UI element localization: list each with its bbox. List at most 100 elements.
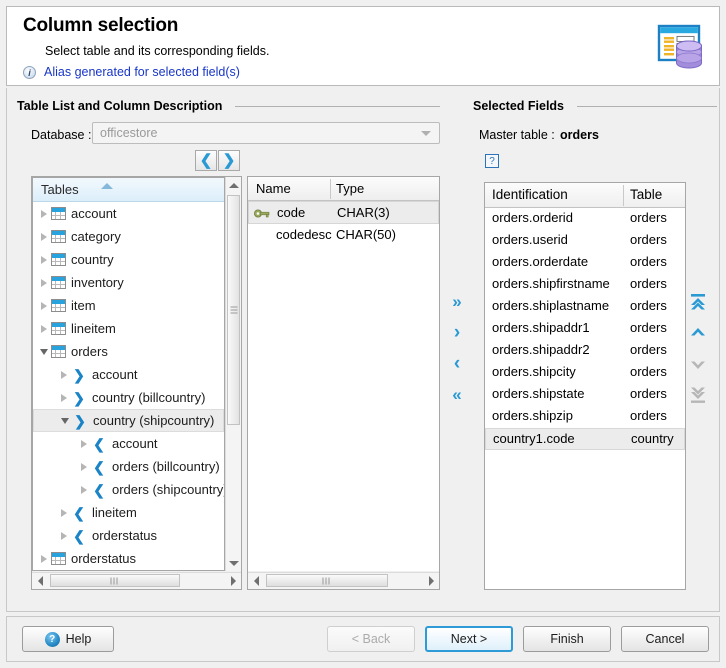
column-horizontal-scrollbar[interactable] [248,572,439,589]
selected-field-table: orders [630,298,667,313]
tree-node[interactable]: country [33,248,224,271]
tree-node[interactable]: category [33,225,224,248]
selected-field-row[interactable]: country1.code country [485,428,685,450]
remove-all-fields-button[interactable]: « [447,386,467,404]
expand-collapse-closed-icon[interactable] [37,299,51,313]
tree-column-header[interactable]: Tables [33,178,224,202]
tree-node[interactable]: ❯ account [33,363,224,386]
expand-collapse-closed-icon[interactable] [37,230,51,244]
selected-header-identification: Identification [492,187,568,202]
selected-field-row[interactable]: orders.orderdate orders [485,252,685,274]
column-type: CHAR(50) [336,227,396,242]
selected-field-row[interactable]: orders.shipstate orders [485,384,685,406]
selected-field-row[interactable]: orders.userid orders [485,230,685,252]
expand-collapse-closed-icon[interactable] [37,552,51,566]
move-to-bottom-button[interactable] [688,386,708,404]
expand-collapse-closed-icon[interactable] [37,253,51,267]
selected-field-row[interactable]: orders.orderid orders [485,208,685,230]
tree-node[interactable]: item [33,294,224,317]
selected-field-row[interactable]: orders.shipcity orders [485,362,685,384]
database-table-icon [657,24,702,69]
tree-node[interactable]: inventory [33,271,224,294]
tree-node-label: account [112,436,158,451]
expand-collapse-closed-icon[interactable] [57,368,71,382]
scrollbar-thumb-horizontal[interactable] [266,574,388,587]
database-combobox[interactable]: officestore [92,122,440,144]
selected-fields-row-list[interactable]: orders.orderid orders orders.userid orders o… [485,208,685,589]
tree-next-button[interactable]: ❯ [218,150,240,171]
selected-field-identification: orders.shipstate [492,386,585,401]
back-button[interactable]: < Back [327,626,415,652]
tables-tree[interactable]: Tables account category country inventory it… [32,177,225,571]
expand-collapse-closed-icon[interactable] [77,437,91,451]
header-divider [330,179,331,199]
move-down-button[interactable] [688,355,708,373]
selected-field-row[interactable]: orders.shipaddr2 orders [485,340,685,362]
tree-node[interactable]: ❯ country (billcountry) [33,386,224,409]
help-button[interactable]: ? Help [22,626,114,652]
selected-field-row[interactable]: orders.shipzip orders [485,406,685,428]
scroll-up-button[interactable] [226,177,241,193]
expand-collapse-closed-icon[interactable] [37,207,51,221]
tree-node[interactable]: ❮ lineitem [33,501,224,524]
tree-node[interactable]: orderstatus [33,547,224,570]
column-row[interactable]: code CHAR(3) [248,201,439,224]
tree-node-label: lineitem [71,321,116,336]
expand-collapse-closed-icon[interactable] [77,460,91,474]
tree-node[interactable]: ❮ orders (billcountry) [33,455,224,478]
finish-button[interactable]: Finish [523,626,611,652]
selected-field-identification: orders.shiplastname [492,298,610,313]
scroll-right-button[interactable] [225,573,241,589]
column-row-list[interactable]: code CHAR(3) codedesc CHAR(50) [248,201,439,571]
tree-vertical-scrollbar[interactable] [225,177,241,571]
selected-field-row[interactable]: orders.shiplastname orders [485,296,685,318]
tree-node-label: inventory [71,275,124,290]
next-button[interactable]: Next > [425,626,513,652]
right-group-divider [577,106,717,107]
cancel-button[interactable]: Cancel [621,626,709,652]
help-badge-button[interactable]: ? [485,154,499,168]
tree-node[interactable]: ❮ orderstatus [33,524,224,547]
expand-collapse-closed-icon[interactable] [77,483,91,497]
scroll-left-button[interactable] [32,573,48,589]
remove-field-button[interactable]: ‹ [447,354,467,373]
tree-node[interactable]: ❮ account [33,432,224,455]
move-up-button[interactable] [688,324,708,342]
expand-collapse-open-icon[interactable] [58,414,72,428]
triangle-icon [40,348,48,355]
expand-collapse-closed-icon[interactable] [57,506,71,520]
expand-collapse-closed-icon[interactable] [37,322,51,336]
triangle-icon [41,232,47,241]
tree-prev-button[interactable]: ❮ [195,150,217,171]
selected-field-row[interactable]: orders.shipaddr1 orders [485,318,685,340]
table-icon [51,299,66,312]
add-field-button[interactable]: › [447,323,467,342]
expand-collapse-closed-icon[interactable] [57,391,71,405]
move-to-top-button[interactable] [688,293,708,311]
column-row[interactable]: codedesc CHAR(50) [248,224,439,247]
scroll-down-button[interactable] [226,555,241,571]
scroll-left-button[interactable] [248,573,264,589]
add-all-fields-button[interactable]: » [447,293,467,311]
scrollbar-thumb-horizontal[interactable] [50,574,180,587]
scrollbar-thumb[interactable] [227,195,240,425]
column-header-name: Name [256,181,291,196]
relation-right-icon: ❯ [74,412,86,429]
expand-collapse-closed-icon[interactable] [57,529,71,543]
relation-left-icon: ❮ [73,504,85,521]
selected-field-row[interactable]: orders.shipfirstname orders [485,274,685,296]
triangle-icon [61,417,69,424]
tree-node-list[interactable]: account category country inventory item linei… [33,202,224,570]
tree-node[interactable]: ❯ country (shipcountry) [33,409,224,432]
selected-fields-grid[interactable]: Identification Table orders.orderid order… [484,182,686,590]
tree-node[interactable]: orders [33,340,224,363]
tree-node[interactable]: lineitem [33,317,224,340]
expand-collapse-closed-icon[interactable] [37,276,51,290]
tree-horizontal-scrollbar[interactable] [32,572,241,589]
tree-node[interactable]: ❮ orders (shipcountry) [33,478,224,501]
selected-field-identification: orders.userid [492,232,568,247]
column-description-table[interactable]: Name Type code CHAR(3) codedesc CHAR(50) [248,177,439,571]
tree-node[interactable]: account [33,202,224,225]
scroll-right-button[interactable] [423,573,439,589]
expand-collapse-open-icon[interactable] [37,345,51,359]
